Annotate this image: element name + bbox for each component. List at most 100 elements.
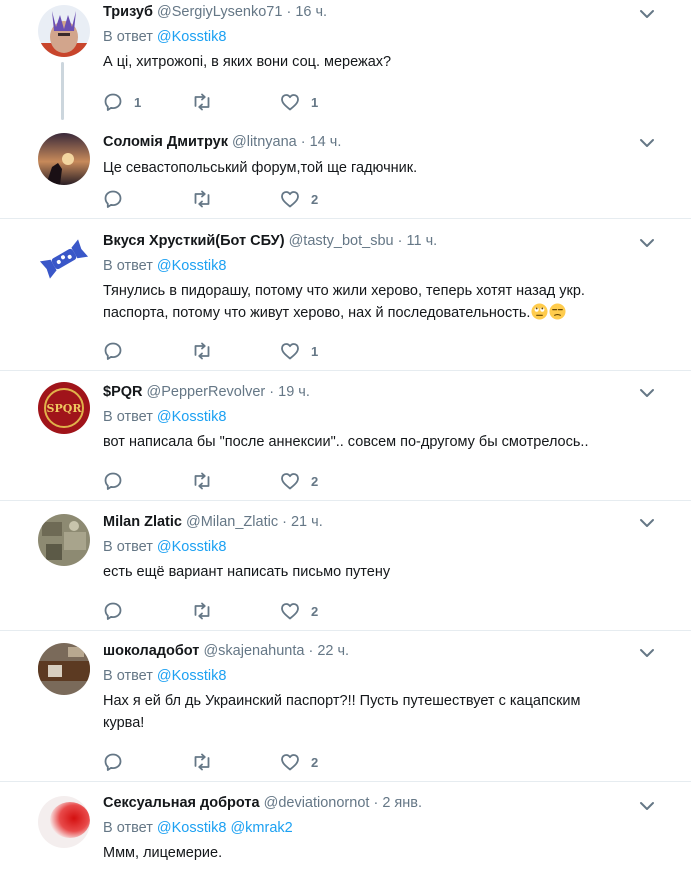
retweet-button[interactable] — [191, 601, 224, 621]
avatar[interactable] — [38, 796, 90, 848]
avatar[interactable]: SPQR — [38, 382, 90, 434]
tweet-text: Ммм, лицемерие. — [103, 845, 223, 861]
tweet-header: Тризуб @SergiyLysenko71 · 16 ч. — [103, 3, 641, 23]
chevron-down-icon[interactable] — [639, 6, 655, 22]
like-count: 2 — [311, 473, 319, 489]
tweet-3[interactable]: Вкуся Хрусткий(Бот СБУ) @tasty_bot_sbu ·… — [0, 219, 691, 371]
user-handle[interactable]: @tasty_bot_sbu — [289, 233, 394, 249]
separator-dot: · — [300, 134, 306, 150]
timestamp[interactable]: 19 ч. — [278, 384, 310, 400]
mention-link[interactable]: @Kosstik8 — [157, 539, 227, 555]
user-handle[interactable]: @deviationornot — [264, 795, 370, 811]
avatar[interactable] — [38, 643, 90, 695]
mention-link[interactable]: @Kosstik8 — [157, 409, 227, 425]
reply-prefix: В ответ — [103, 539, 153, 555]
user-handle[interactable]: @SergiyLysenko71 — [157, 4, 282, 20]
chevron-down-icon[interactable] — [639, 235, 655, 251]
timestamp[interactable]: 14 ч. — [310, 134, 342, 150]
reply-button[interactable] — [103, 471, 134, 491]
chevron-down-icon[interactable] — [639, 515, 655, 531]
reply-button[interactable] — [103, 752, 134, 772]
display-name[interactable]: $PQR — [103, 384, 143, 400]
display-name[interactable]: шоколадобот — [103, 643, 199, 659]
like-count: 2 — [311, 603, 319, 619]
display-name[interactable]: Сексуальная доброта — [103, 795, 260, 811]
mention-link[interactable]: @Kosstik8 — [157, 820, 227, 836]
mention-link[interactable]: @Kosstik8 — [157, 258, 227, 274]
mention-link[interactable]: @kmrak2 — [230, 820, 292, 836]
display-name[interactable]: Соломія Дмитрук — [103, 134, 228, 150]
like-button[interactable]: 2 — [280, 471, 318, 491]
timestamp[interactable]: 21 ч. — [291, 514, 323, 530]
like-button[interactable]: 2 — [280, 601, 318, 621]
retweet-button[interactable] — [191, 92, 224, 112]
tweet-6[interactable]: шоколадобот @skajenahunta · 22 ч. В отве… — [0, 631, 691, 782]
tweet-1[interactable]: Тризуб @SergiyLysenko71 · 16 ч. В ответ … — [0, 0, 691, 124]
user-handle[interactable]: @litnyana — [232, 134, 297, 150]
tweet-header: шоколадобот @skajenahunta · 22 ч. — [103, 642, 641, 662]
reply-button[interactable] — [103, 341, 134, 361]
like-button[interactable]: 2 — [280, 189, 318, 209]
timestamp[interactable]: 22 ч. — [317, 643, 349, 659]
heart-icon — [281, 191, 299, 208]
reply-context: В ответ @Kosstik8 — [103, 256, 641, 276]
candy-avatar-icon — [38, 233, 90, 285]
like-button[interactable]: 2 — [280, 752, 318, 772]
retweet-button[interactable] — [191, 752, 224, 772]
chevron-down-icon[interactable] — [639, 135, 655, 151]
display-name[interactable]: Milan Zlatic — [103, 514, 182, 530]
like-count: 2 — [311, 191, 319, 207]
retweet-button[interactable] — [191, 471, 224, 491]
spqr-avatar-icon: SPQR — [38, 382, 90, 434]
trident-avatar-icon — [38, 5, 90, 57]
user-handle[interactable]: @Milan_Zlatic — [186, 514, 278, 530]
like-button[interactable]: 1 — [280, 92, 318, 112]
like-count: 1 — [311, 94, 319, 110]
reply-button[interactable] — [103, 601, 134, 621]
avatar[interactable] — [38, 133, 90, 185]
retweet-icon — [194, 342, 210, 360]
tweet-text: вот написала бы "после аннексии".. совсе… — [103, 434, 589, 450]
sunset-avatar-icon — [38, 133, 90, 185]
reply-button[interactable]: 1 — [103, 92, 141, 112]
tweet-header: Milan Zlatic @Milan_Zlatic · 21 ч. — [103, 513, 641, 533]
like-count: 2 — [311, 754, 319, 770]
display-name[interactable]: Тризуб — [103, 4, 153, 20]
tweet-7[interactable]: Сексуальная доброта @deviationornot · 2 … — [0, 782, 691, 869]
avatar[interactable] — [38, 5, 90, 57]
like-count: 1 — [311, 343, 319, 359]
separator-dot: · — [269, 384, 275, 400]
tweet-4[interactable]: SPQR $PQR @PepperRevolver · 19 ч. В отве… — [0, 371, 691, 501]
chevron-down-icon[interactable] — [639, 645, 655, 661]
reply-icon — [104, 602, 122, 620]
retweet-icon — [194, 190, 210, 208]
user-handle[interactable]: @PepperRevolver — [147, 384, 266, 400]
display-name[interactable]: Вкуся Хрусткий(Бот СБУ) — [103, 233, 285, 249]
retweet-icon — [194, 602, 210, 620]
retweet-button[interactable] — [191, 189, 224, 209]
avatar[interactable] — [38, 233, 90, 285]
chevron-down-icon[interactable] — [639, 385, 655, 401]
retweet-button[interactable] — [191, 341, 224, 361]
retweet-icon — [194, 753, 210, 771]
tweet-2[interactable]: Соломія Дмитрук @litnyana · 14 ч. Це сев… — [0, 124, 691, 219]
heart-icon — [281, 343, 299, 360]
reply-button[interactable] — [103, 189, 134, 209]
avatar[interactable] — [38, 514, 90, 566]
chocolate-avatar-icon — [38, 643, 90, 695]
chevron-down-icon[interactable] — [639, 798, 655, 814]
reply-context: В ответ @Kosstik8 — [103, 666, 641, 686]
timestamp[interactable]: 2 янв. — [382, 795, 422, 811]
tweet-text-line: курва! — [103, 715, 145, 731]
tweet-5[interactable]: Milan Zlatic @Milan_Zlatic · 21 ч. В отв… — [0, 501, 691, 631]
mention-link[interactable]: @Kosstik8 — [157, 668, 227, 684]
timestamp[interactable]: 11 ч. — [407, 233, 438, 249]
reply-context: В ответ @Kosstik8 @kmrak2 — [103, 818, 641, 838]
tweet-text: Нах я ей бл дь Украинский паспорт?!! Пус… — [103, 690, 641, 734]
timestamp[interactable]: 16 ч. — [295, 4, 327, 20]
user-handle[interactable]: @skajenahunta — [203, 643, 304, 659]
mention-link[interactable]: @Kosstik8 — [157, 29, 227, 45]
reply-context: В ответ @Kosstik8 — [103, 27, 641, 47]
tweet-text-line: Нах я ей бл дь Украинский паспорт?!! Пус… — [103, 693, 581, 709]
like-button[interactable]: 1 — [280, 341, 318, 361]
